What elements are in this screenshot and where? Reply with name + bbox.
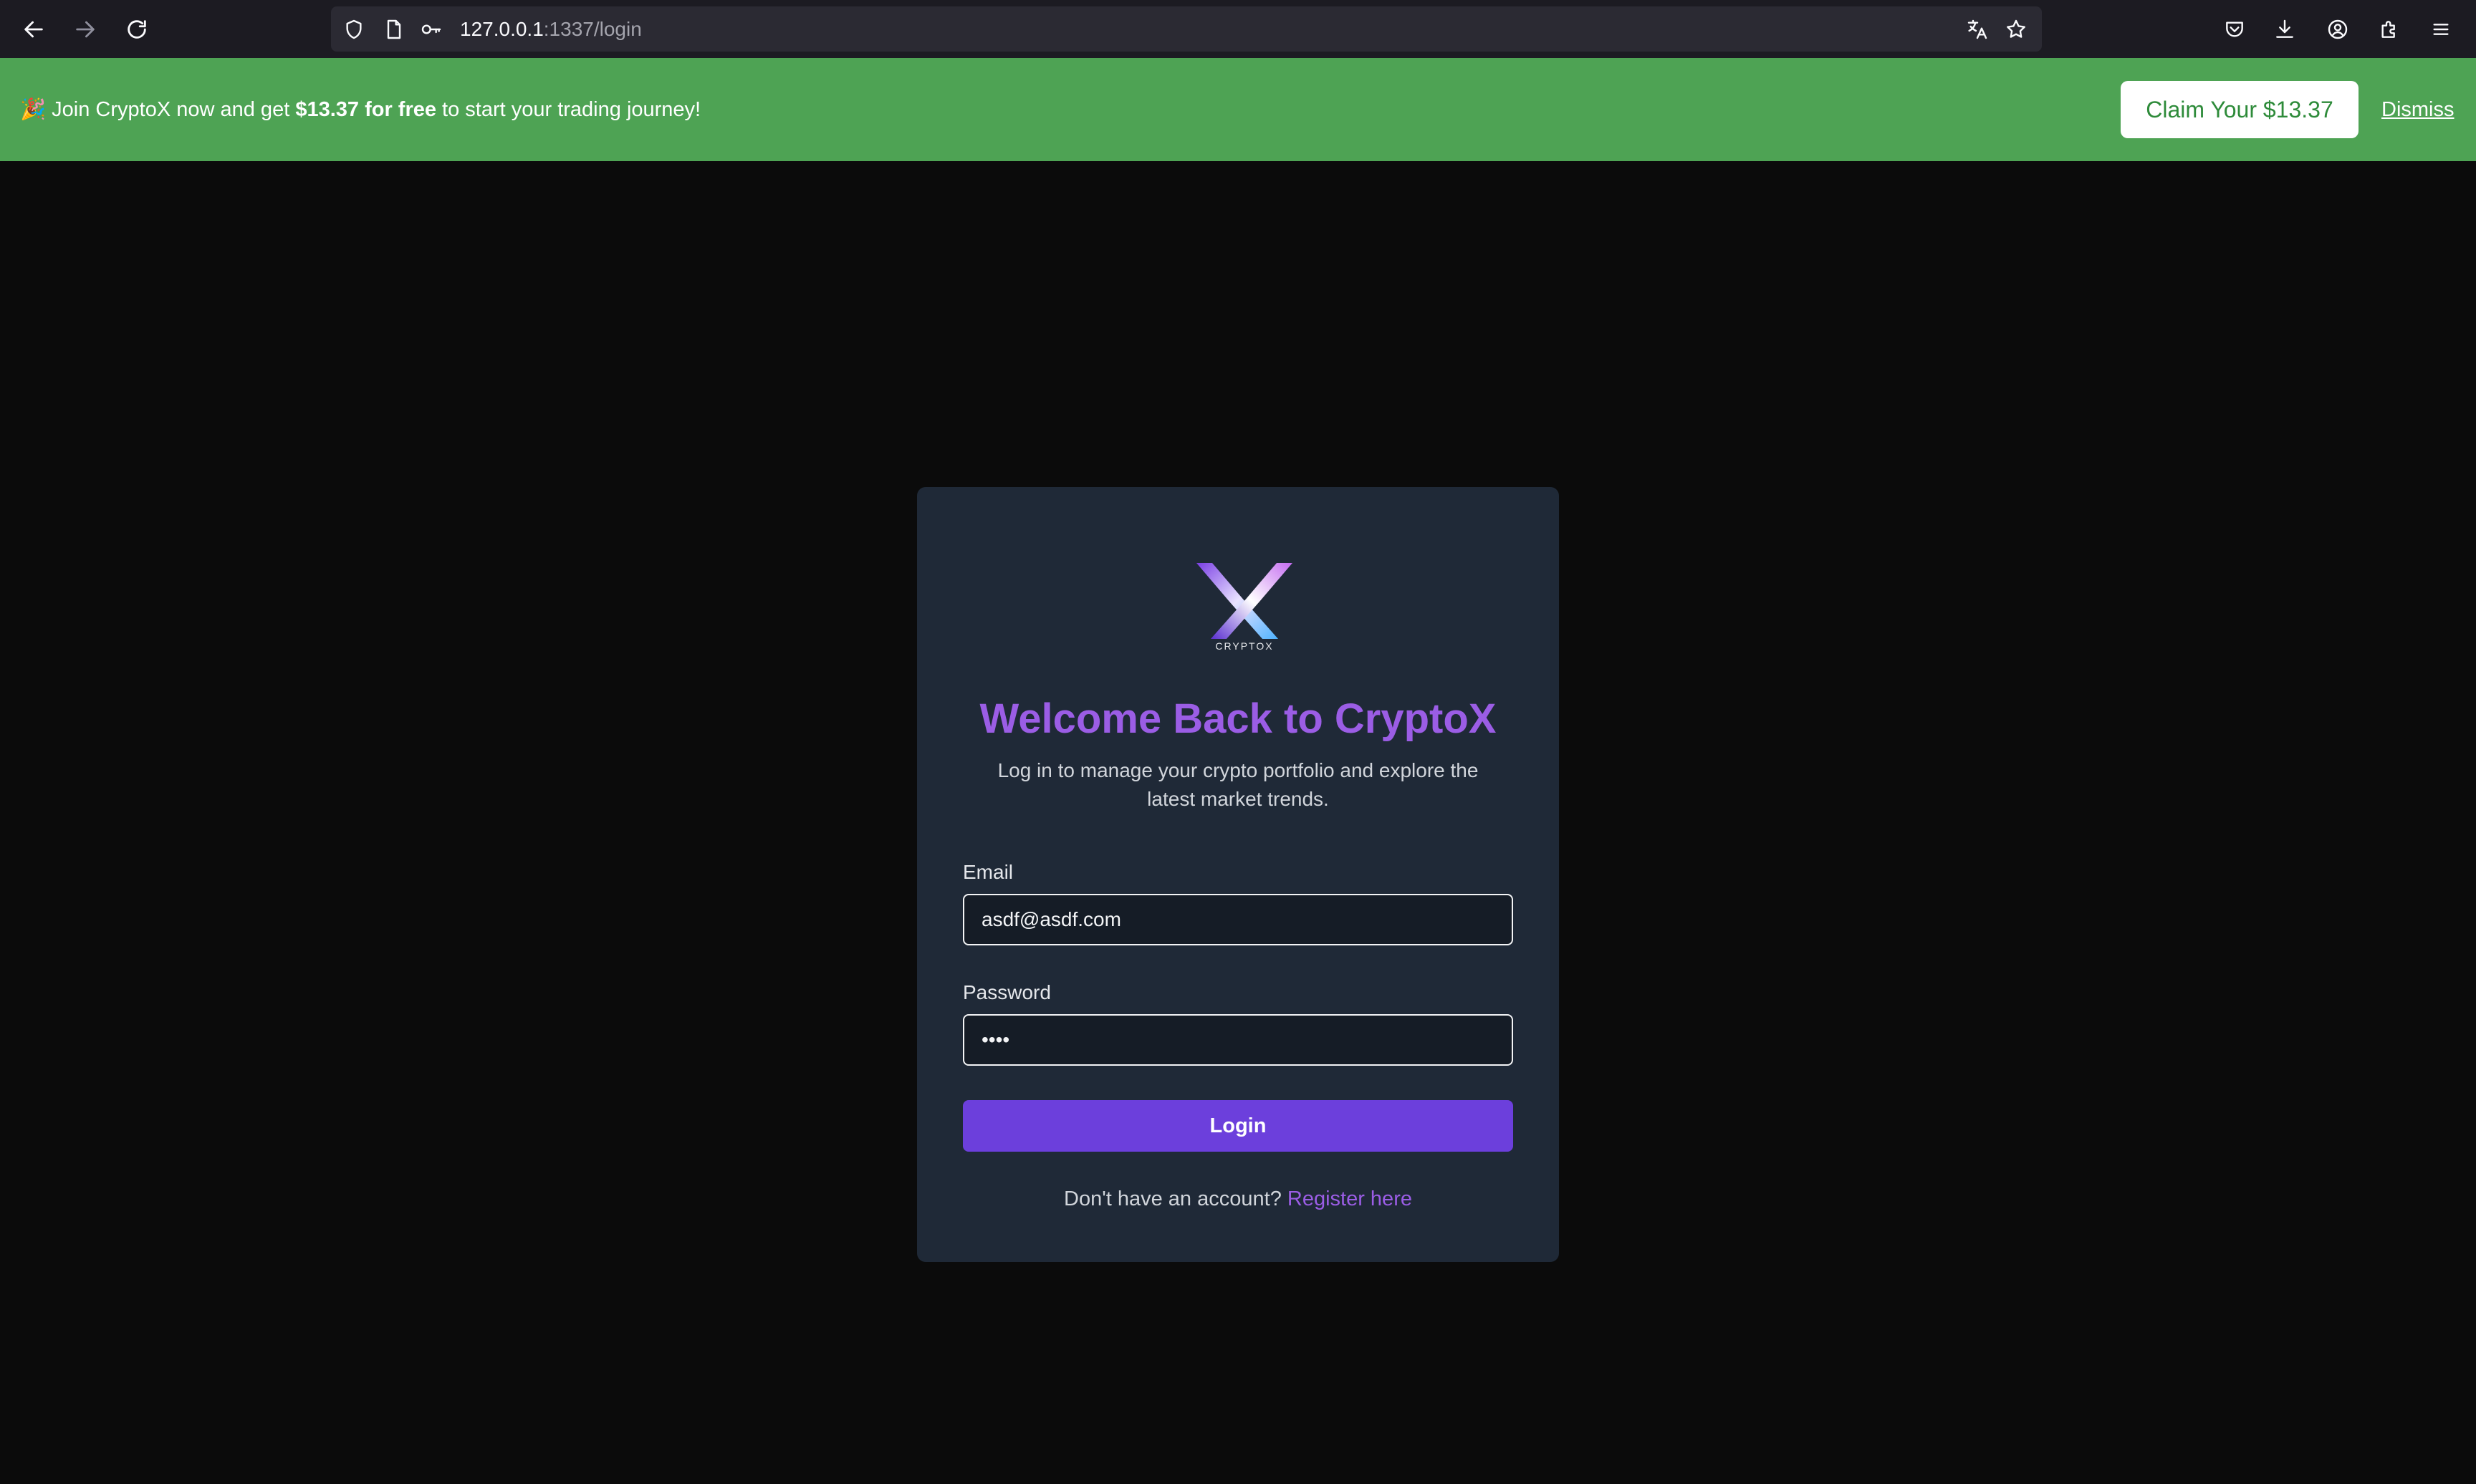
register-prompt: Don't have an account? Register here [917,1187,1559,1211]
email-label: Email [963,861,1014,883]
page-title: Welcome Back to CryptoX [979,695,1497,742]
translate-icon[interactable] [1964,16,1990,42]
bookmark-star-icon[interactable] [2003,16,2029,42]
promo-text: 🎉 Join CryptoX now and get $13.37 for fr… [20,58,701,161]
hamburger-menu-icon[interactable] [2424,13,2457,46]
download-icon[interactable] [2268,13,2301,46]
register-link[interactable]: Register here [1287,1187,1412,1210]
dismiss-link[interactable]: Dismiss [2381,58,2455,161]
promo-banner: 🎉 Join CryptoX now and get $13.37 for fr… [0,58,2476,161]
back-button[interactable] [17,13,50,46]
reload-icon [128,20,146,39]
promo-amount: $13.37 for free [295,98,436,121]
forward-arrow-icon [76,21,95,38]
promo-text-before: Join CryptoX now and get [46,98,296,121]
email-field[interactable]: asdf@asdf.com [963,894,1513,945]
party-emoji: 🎉 [20,98,47,121]
shield-icon[interactable] [341,16,367,42]
extensions-icon[interactable] [2373,13,2406,46]
reload-button[interactable] [120,13,153,46]
url-path: :1337/login [543,18,642,40]
login-card: CRYPTOX Welcome Back to CryptoX Log in t… [917,487,1559,1262]
back-arrow-icon [24,21,43,38]
url-text[interactable]: 127.0.0.1:1337/login [460,16,642,42]
promo-text-after: to start your trading journey! [436,98,701,121]
url-host: 127.0.0.1 [460,18,544,40]
key-icon[interactable] [418,16,444,42]
password-value: •••• [982,1028,1010,1051]
logo-wordmark: CRYPTOX [1215,640,1273,652]
account-icon[interactable] [2321,13,2354,46]
forward-button[interactable] [69,13,102,46]
login-button[interactable]: Login [963,1100,1513,1152]
password-label: Password [963,981,1051,1003]
pocket-icon[interactable] [2218,13,2251,46]
page-icon[interactable] [381,16,407,42]
password-field[interactable]: •••• [963,1014,1513,1066]
page-subtitle: Log in to manage your crypto portfolio a… [997,759,1479,810]
cryptox-logo: CRYPTOX [1191,559,1298,652]
email-value: asdf@asdf.com [982,908,1121,930]
browser-toolbar: 127.0.0.1:1337/login [0,0,2476,58]
register-prompt-text: Don't have an account? [1064,1187,1287,1210]
url-bar[interactable]: 127.0.0.1:1337/login [331,6,2042,52]
claim-button[interactable]: Claim Your $13.37 [2121,81,2359,138]
